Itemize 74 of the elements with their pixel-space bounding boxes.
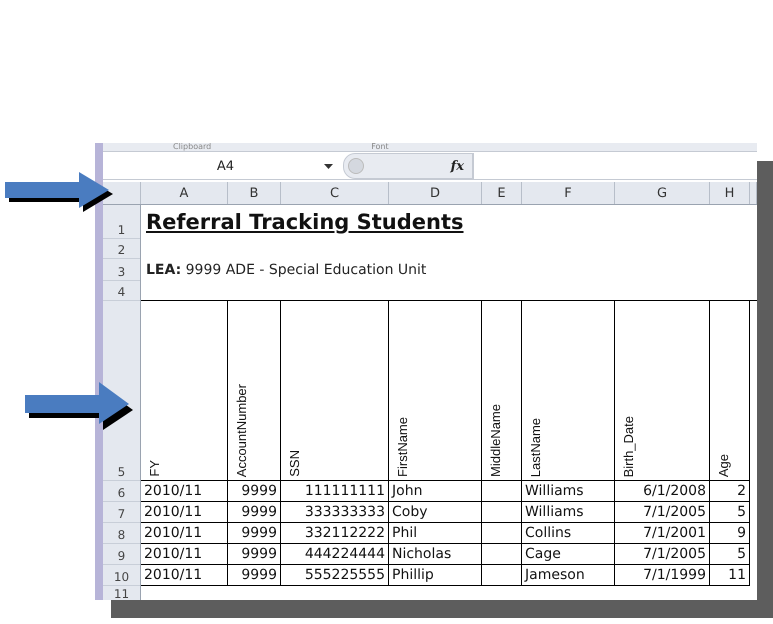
column-heading: LastName [528, 418, 543, 477]
column-header[interactable]: A [141, 182, 228, 204]
row-header[interactable]: 3 [103, 259, 140, 281]
table-cell [482, 565, 522, 586]
lea-subtitle: LEA: 9999 ADE - Special Education Unit [146, 262, 426, 278]
table-cell: 111111111 [281, 481, 389, 502]
column-header[interactable]: F [522, 182, 615, 204]
column-header[interactable]: C [281, 182, 389, 204]
table-cell: Jameson [522, 565, 615, 586]
table-cell [482, 502, 522, 523]
column-heading: Age [716, 454, 731, 477]
row-header[interactable]: 9 [103, 544, 140, 565]
table-cell: 9999 [228, 544, 281, 565]
table-cell: 332112222 [281, 523, 389, 544]
table-cell [482, 544, 522, 565]
row-header[interactable]: 4 [103, 281, 140, 301]
column-header[interactable]: B [228, 182, 281, 204]
table-cell: 7/1/2001 [615, 523, 710, 544]
row-header[interactable]: 10 [103, 565, 140, 586]
table-cell: 9999 [228, 565, 281, 586]
insert-function-button[interactable]: fx [450, 158, 464, 174]
row-header[interactable]: 11 [103, 586, 140, 600]
row-header[interactable]: 5 [103, 301, 140, 481]
table-cell: Williams [522, 502, 615, 523]
table-cell: 7/1/2005 [615, 502, 710, 523]
table-cell: 2010/11 [141, 544, 228, 565]
table-cell: Nicholas [389, 544, 482, 565]
column-header[interactable]: H [710, 182, 750, 204]
table-cell: 9999 [228, 502, 281, 523]
column-heading: SSN [287, 450, 302, 477]
table-cell: 333333333 [281, 502, 389, 523]
table-cell: 11 [710, 565, 750, 586]
table-cell: 9999 [228, 481, 281, 502]
column-heading: MiddleName [488, 404, 503, 477]
table-cell: 2010/11 [141, 523, 228, 544]
table-cell: 2010/11 [141, 565, 228, 586]
table-cell: 7/1/2005 [615, 544, 710, 565]
table-cell: 5 [710, 544, 750, 565]
table-cell: 2010/11 [141, 502, 228, 523]
column-heading: AccountNumber [234, 384, 249, 477]
name-box[interactable]: A4 [103, 153, 343, 179]
table-cell: Williams [522, 481, 615, 502]
row-header[interactable]: 2 [103, 239, 140, 259]
ribbon-group-label: Font [371, 143, 389, 151]
table-cell: 6/1/2008 [615, 481, 710, 502]
row-header[interactable]: 1 [103, 205, 140, 239]
ribbon-group-label: Clipboard [173, 143, 212, 151]
row-header[interactable]: 6 [103, 481, 140, 502]
table-cell: 555225555 [281, 565, 389, 586]
sheet-title: Referral Tracking Students [146, 210, 464, 234]
column-heading: Birth_Date [621, 416, 636, 477]
column-header[interactable]: E [482, 182, 522, 204]
table-cell: 9999 [228, 523, 281, 544]
table-cell: 2 [710, 481, 750, 502]
row-header[interactable]: 8 [103, 523, 140, 544]
table-cell: Collins [522, 523, 615, 544]
expand-handle-icon [348, 158, 364, 174]
table-cell: Phil [389, 523, 482, 544]
table-cell: 2010/11 [141, 481, 228, 502]
column-header[interactable]: G [615, 182, 710, 204]
column-heading: FY [147, 460, 162, 477]
table-cell: Cage [522, 544, 615, 565]
caret-icon [324, 164, 333, 168]
table-cell: Coby [389, 502, 482, 523]
table-cell [482, 523, 522, 544]
table-cell: 5 [710, 502, 750, 523]
column-header[interactable]: D [389, 182, 482, 204]
table-cell: 9 [710, 523, 750, 544]
table-cell: John [389, 481, 482, 502]
table-cell: Phillip [389, 565, 482, 586]
row-header[interactable]: 7 [103, 502, 140, 523]
column-heading: FirstName [395, 417, 410, 477]
table-cell: 444224444 [281, 544, 389, 565]
table-cell: 7/1/1999 [615, 565, 710, 586]
